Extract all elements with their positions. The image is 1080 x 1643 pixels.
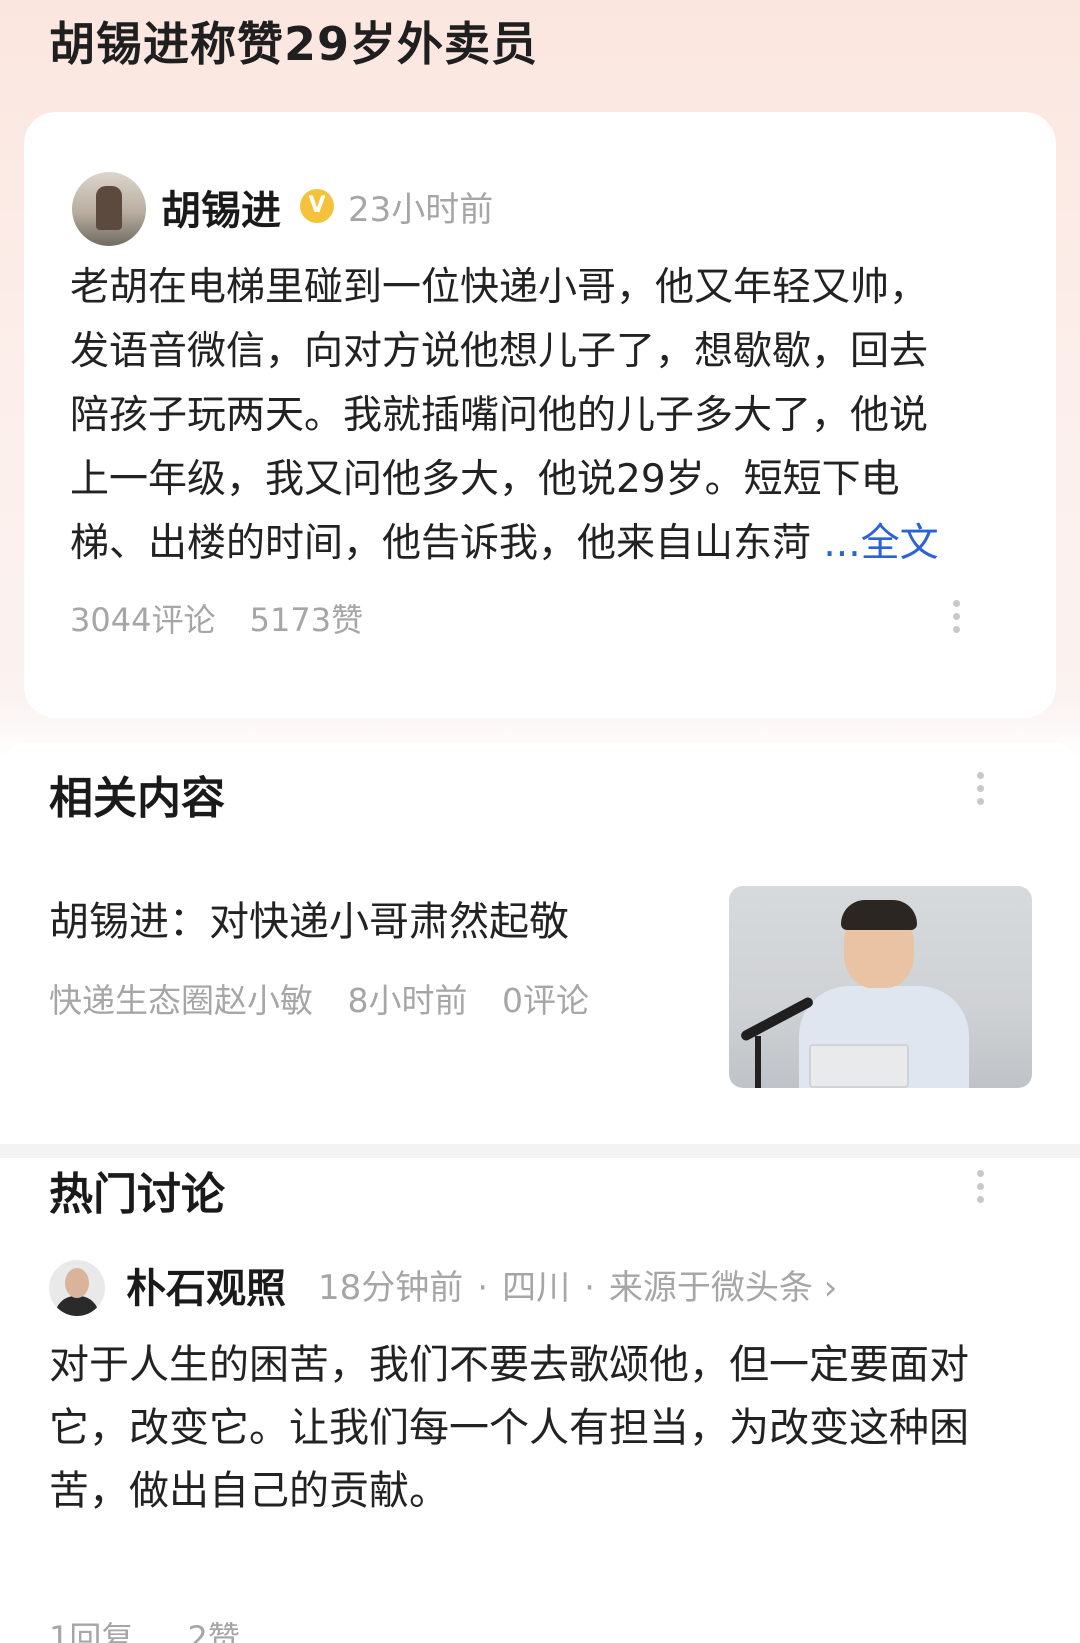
avatar-face — [65, 1268, 89, 1298]
meta-separator: · — [477, 1268, 489, 1308]
comment-body-line: 对于人生的困苦，我们不要去歌颂他，但一定要面对 — [49, 1342, 969, 1388]
comment-body-line: 苦，做出自己的贡献。 — [49, 1468, 449, 1514]
chevron-right-icon[interactable]: › — [824, 1268, 838, 1308]
post-stats: 3044评论 5173赞 — [70, 595, 387, 641]
related-item-title[interactable]: 胡锡进：对快递小哥肃然起敬 — [49, 889, 569, 947]
comment-count[interactable]: 3044评论 — [70, 601, 215, 639]
comment-meta: 18分钟前 · 四川 · 来源于微头条 › — [318, 1260, 837, 1309]
comment-stats: 1回复 2赞 — [49, 1613, 284, 1643]
comment-source-link[interactable]: 来源于微头条 — [609, 1268, 813, 1308]
more-options-icon[interactable] — [952, 600, 960, 640]
author-avatar[interactable] — [72, 172, 146, 246]
thumb-hair — [841, 900, 917, 930]
related-item-comments: 0评论 — [502, 981, 589, 1020]
author-name[interactable]: 胡锡进 — [161, 178, 281, 236]
commenter-avatar[interactable] — [49, 1260, 105, 1316]
avatar-figure — [96, 186, 122, 230]
post-body-line: 发语音微信，向对方说他想儿子了，想歇歇，回去 — [70, 329, 929, 374]
post-body-line: 梯、出楼的时间，他告诉我，他来自山东菏 — [70, 521, 824, 566]
related-section-title: 相关内容 — [49, 773, 225, 824]
read-more-link[interactable]: ...全文 — [823, 521, 938, 566]
related-item-source: 快递生态圈赵小敏 — [49, 981, 313, 1020]
post-body-line-last: 梯、出楼的时间，他告诉我，他来自山东菏 ...全文 — [70, 512, 990, 576]
post-body-line: 老胡在电梯里碰到一位快递小哥，他又年轻又帅， — [70, 265, 929, 310]
page: 胡锡进称赞29岁外卖员 胡锡进 V 23小时前 老胡在电梯里碰到一位快递小哥，他… — [0, 0, 1080, 1643]
hot-discussion-section: 热门讨论 朴石观照 18分钟前 · 四川 · 来源于微头条 › 对于人生的困苦，我们不要… — [0, 1158, 1080, 1643]
post-body[interactable]: 老胡在电梯里碰到一位快递小哥，他又年轻又帅， 发语音微信，向对方说他想儿子了，想… — [70, 256, 990, 576]
hot-more-icon[interactable] — [976, 1170, 984, 1210]
comment-time: 18分钟前 — [318, 1268, 464, 1308]
meta-separator: · — [584, 1268, 595, 1308]
related-more-icon[interactable] — [976, 772, 984, 812]
section-divider — [0, 1144, 1080, 1158]
related-item-time: 8小时前 — [347, 981, 468, 1020]
comment-like-count[interactable]: 2赞 — [188, 1619, 240, 1643]
hot-section-title: 热门讨论 — [49, 1169, 225, 1220]
related-item-meta: 快递生态圈赵小敏 8小时前 0评论 — [49, 974, 613, 1022]
post-card[interactable]: 胡锡进 V 23小时前 老胡在电梯里碰到一位快递小哥，他又年轻又帅， 发语音微信… — [24, 112, 1056, 718]
laptop-shape — [809, 1044, 909, 1088]
comment-body[interactable]: 对于人生的困苦，我们不要去歌颂他，但一定要面对 它，改变它。让我们每一个人有担当… — [49, 1334, 1029, 1523]
post-time: 23小时前 — [348, 190, 494, 230]
comment-body-line: 它，改变它。让我们每一个人有担当，为改变这种困 — [49, 1405, 969, 1451]
post-body-line: 上一年级，我又问他多大，他说29岁。短短下电 — [70, 457, 900, 502]
post-body-line: 陪孩子玩两天。我就插嘴问他的儿子多大了，他说 — [70, 393, 929, 438]
verified-icon: V — [300, 189, 334, 223]
related-section: 相关内容 胡锡进：对快递小哥肃然起敬 快递生态圈赵小敏 8小时前 0评论 — [0, 742, 1080, 1144]
avatar-suit — [55, 1296, 99, 1316]
mic-stand — [755, 1036, 761, 1088]
reply-count[interactable]: 1回复 — [49, 1619, 133, 1643]
related-item-thumbnail[interactable] — [729, 886, 1032, 1088]
like-count[interactable]: 5173赞 — [250, 601, 363, 639]
comment-location: 四川 — [502, 1268, 571, 1308]
topic-title: 胡锡进称赞29岁外卖员 — [49, 17, 539, 71]
commenter-name[interactable]: 朴石观照 — [126, 1256, 286, 1314]
